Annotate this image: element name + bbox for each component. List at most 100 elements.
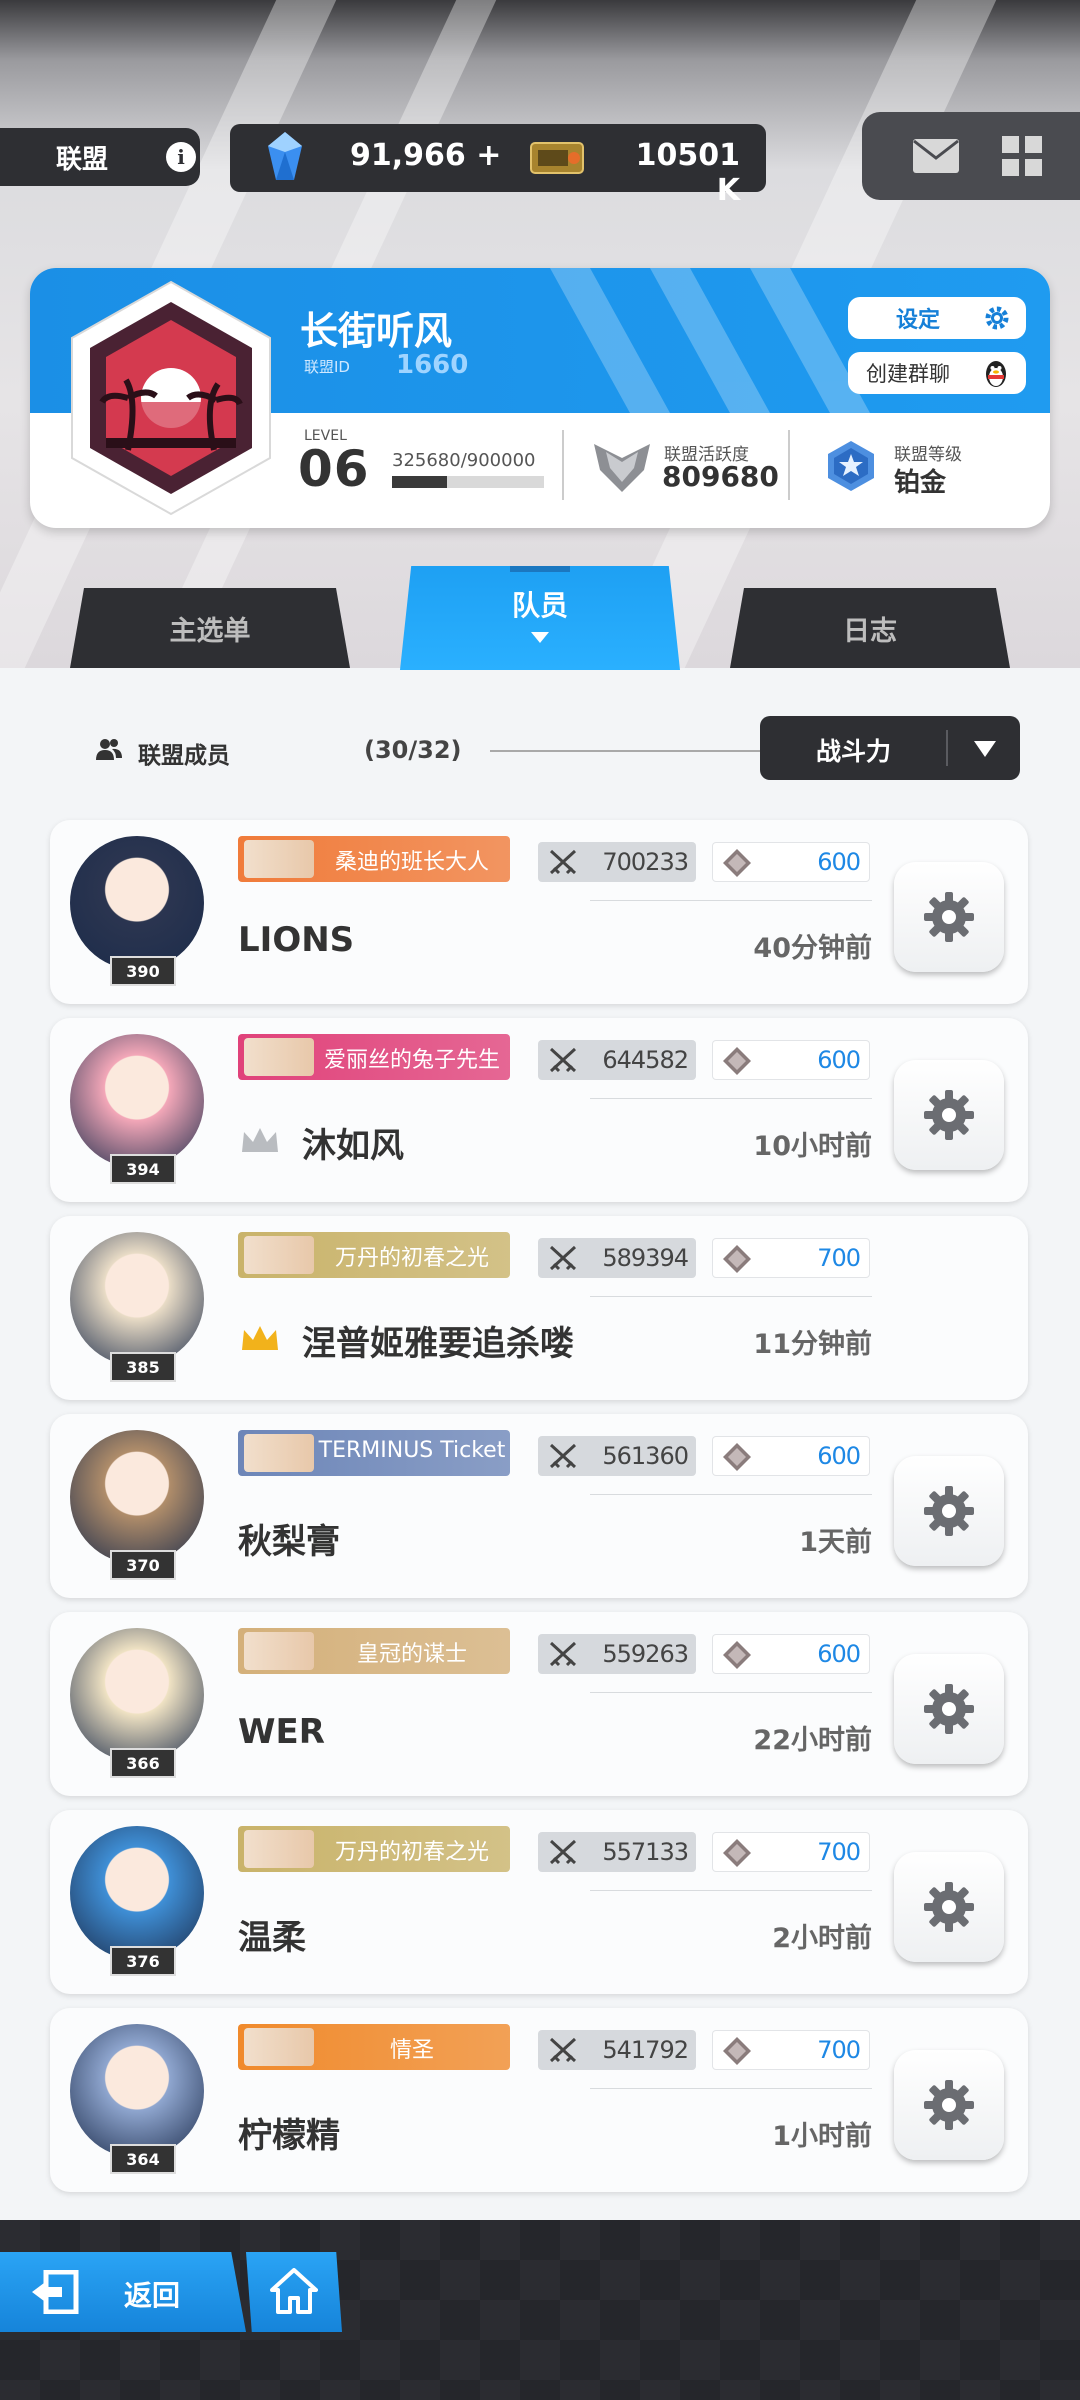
member-title-banner: TERMINUS Ticket xyxy=(238,1430,510,1476)
member-power: 589394 xyxy=(538,1238,696,1278)
member-title: 皇冠的谋士 xyxy=(356,1642,467,1667)
activity-value: 809680 xyxy=(662,460,779,493)
member-row[interactable]: 390 桑迪的班长大人 700233 600 LIONS 40分钟前 xyxy=(50,820,1028,1004)
currency-bar: 91,966 + 10501 K xyxy=(230,124,766,208)
member-avatar[interactable] xyxy=(70,1034,204,1168)
member-power: 557133 xyxy=(538,1832,696,1872)
back-label: 返回 xyxy=(124,2279,181,2312)
gear-icon xyxy=(924,1090,974,1140)
home-button[interactable] xyxy=(246,2252,342,2332)
member-settings-button[interactable] xyxy=(894,1852,1004,1962)
member-avatar[interactable] xyxy=(70,1628,204,1762)
gear-icon xyxy=(924,1486,974,1536)
member-settings-button[interactable] xyxy=(894,1060,1004,1170)
member-power: 559263 xyxy=(538,1634,696,1674)
tab-label: 队员 xyxy=(511,589,568,622)
member-name: 沐如风 xyxy=(302,1126,404,1166)
crossed-swords-icon xyxy=(549,2037,577,2063)
member-avatar[interactable] xyxy=(70,1430,204,1564)
member-last-online: 11分钟前 xyxy=(753,1329,872,1360)
crossed-swords-icon xyxy=(549,849,577,875)
member-level-badge: 364 xyxy=(110,2144,176,2174)
member-settings-button[interactable] xyxy=(894,1654,1004,1764)
member-power: 561360 xyxy=(538,1436,696,1476)
member-row[interactable]: 370 TERMINUS Ticket 561360 600 秋梨膏 1天前 xyxy=(50,1414,1028,1598)
member-contribution-value: 600 xyxy=(817,848,861,876)
member-row[interactable]: 394 爱丽丝的兔子先生 644582 600 沐如风 10小时前 xyxy=(50,1018,1028,1202)
diamond-icon xyxy=(723,1641,751,1669)
tab-log[interactable]: 日志 xyxy=(730,588,1010,668)
exit-icon xyxy=(32,2270,79,2314)
alliance-name: 长街听风 xyxy=(300,309,453,353)
mail-icon[interactable] xyxy=(912,138,960,174)
gear-icon xyxy=(924,2080,974,2130)
alliance-id: 1660 xyxy=(396,350,469,380)
member-contribution: 600 xyxy=(712,842,870,882)
sort-dropdown[interactable]: 战斗力 xyxy=(760,716,1020,780)
create-group-chat-button[interactable]: 创建群聊 xyxy=(848,352,1026,394)
info-icon[interactable]: i xyxy=(166,142,196,172)
diamond-icon xyxy=(723,1245,751,1273)
member-settings-button[interactable] xyxy=(894,862,1004,972)
member-contribution-value: 700 xyxy=(817,1244,861,1272)
member-title-banner: 桑迪的班长大人 xyxy=(238,836,510,882)
member-row[interactable]: 366 皇冠的谋士 559263 600 WER 22小时前 xyxy=(50,1612,1028,1796)
gear-icon xyxy=(985,306,1009,330)
tab-label: 日志 xyxy=(843,615,897,647)
member-contribution-value: 600 xyxy=(817,1442,861,1470)
crossed-swords-icon xyxy=(549,1641,577,1667)
member-avatar[interactable] xyxy=(70,2024,204,2158)
member-name: 秋梨膏 xyxy=(238,1522,340,1562)
back-button[interactable]: 返回 xyxy=(0,2252,246,2332)
member-name: 柠檬精 xyxy=(238,2116,340,2156)
diamond-icon xyxy=(723,2037,751,2065)
member-avatar[interactable] xyxy=(70,1826,204,1960)
activity-icon xyxy=(594,444,650,492)
member-row[interactable]: 385 万丹的初春之光 589394 700 涅普姬雅要追杀喽 11分钟前 xyxy=(50,1216,1028,1400)
settings-label: 设定 xyxy=(896,308,941,333)
crossed-swords-icon xyxy=(549,1839,577,1865)
gem-amount[interactable]: 91,966 + xyxy=(350,138,530,173)
member-contribution-value: 600 xyxy=(817,1046,861,1074)
member-avatar[interactable] xyxy=(70,836,204,970)
grid-menu-icon[interactable] xyxy=(1002,136,1042,176)
member-level-badge: 376 xyxy=(110,1946,176,1976)
members-label: 联盟成员 xyxy=(138,743,230,769)
members-count: (30/32) xyxy=(364,736,462,764)
member-last-online: 10小时前 xyxy=(753,1131,872,1162)
member-contribution: 600 xyxy=(712,1634,870,1674)
member-contribution: 700 xyxy=(712,1832,870,1872)
exp-progress-fill xyxy=(392,476,448,488)
alliance-emblem xyxy=(71,280,271,516)
member-power-value: 557133 xyxy=(602,1838,689,1866)
member-last-online: 22小时前 xyxy=(753,1725,872,1756)
gear-icon xyxy=(924,892,974,942)
group-chat-label: 创建群聊 xyxy=(866,362,950,386)
member-power-value: 561360 xyxy=(602,1442,689,1470)
member-last-online: 1天前 xyxy=(799,1527,872,1558)
member-power: 644582 xyxy=(538,1040,696,1080)
exp-progress-bar xyxy=(392,476,544,488)
tab-main-menu[interactable]: 主选单 xyxy=(70,588,350,668)
member-title: 爱丽丝的兔子先生 xyxy=(323,1048,500,1073)
member-power-value: 559263 xyxy=(602,1640,689,1668)
member-name: 涅普姬雅要追杀喽 xyxy=(302,1324,574,1364)
tab-label: 主选单 xyxy=(169,615,251,647)
member-title: 万丹的初春之光 xyxy=(334,1840,489,1865)
member-contribution-value: 600 xyxy=(817,1640,861,1668)
member-title: TERMINUS Ticket xyxy=(318,1438,506,1463)
member-contribution-value: 700 xyxy=(817,1838,861,1866)
crown-icon xyxy=(242,1326,278,1350)
alliance-level: 06 xyxy=(298,440,370,498)
alliance-settings-button[interactable]: 设定 xyxy=(848,297,1026,339)
member-avatar[interactable] xyxy=(70,1232,204,1366)
member-title-banner: 情圣 xyxy=(238,2024,510,2070)
member-contribution: 700 xyxy=(712,2030,870,2070)
gem-icon xyxy=(268,132,302,180)
member-title-banner: 皇冠的谋士 xyxy=(238,1628,510,1674)
member-row[interactable]: 376 万丹的初春之光 557133 700 温柔 2小时前 xyxy=(50,1810,1028,1994)
member-settings-button[interactable] xyxy=(894,2050,1004,2160)
tab-members[interactable]: 队员 xyxy=(400,566,680,670)
member-settings-button[interactable] xyxy=(894,1456,1004,1566)
member-row[interactable]: 364 情圣 541792 700 柠檬精 1小时前 xyxy=(50,2008,1028,2192)
